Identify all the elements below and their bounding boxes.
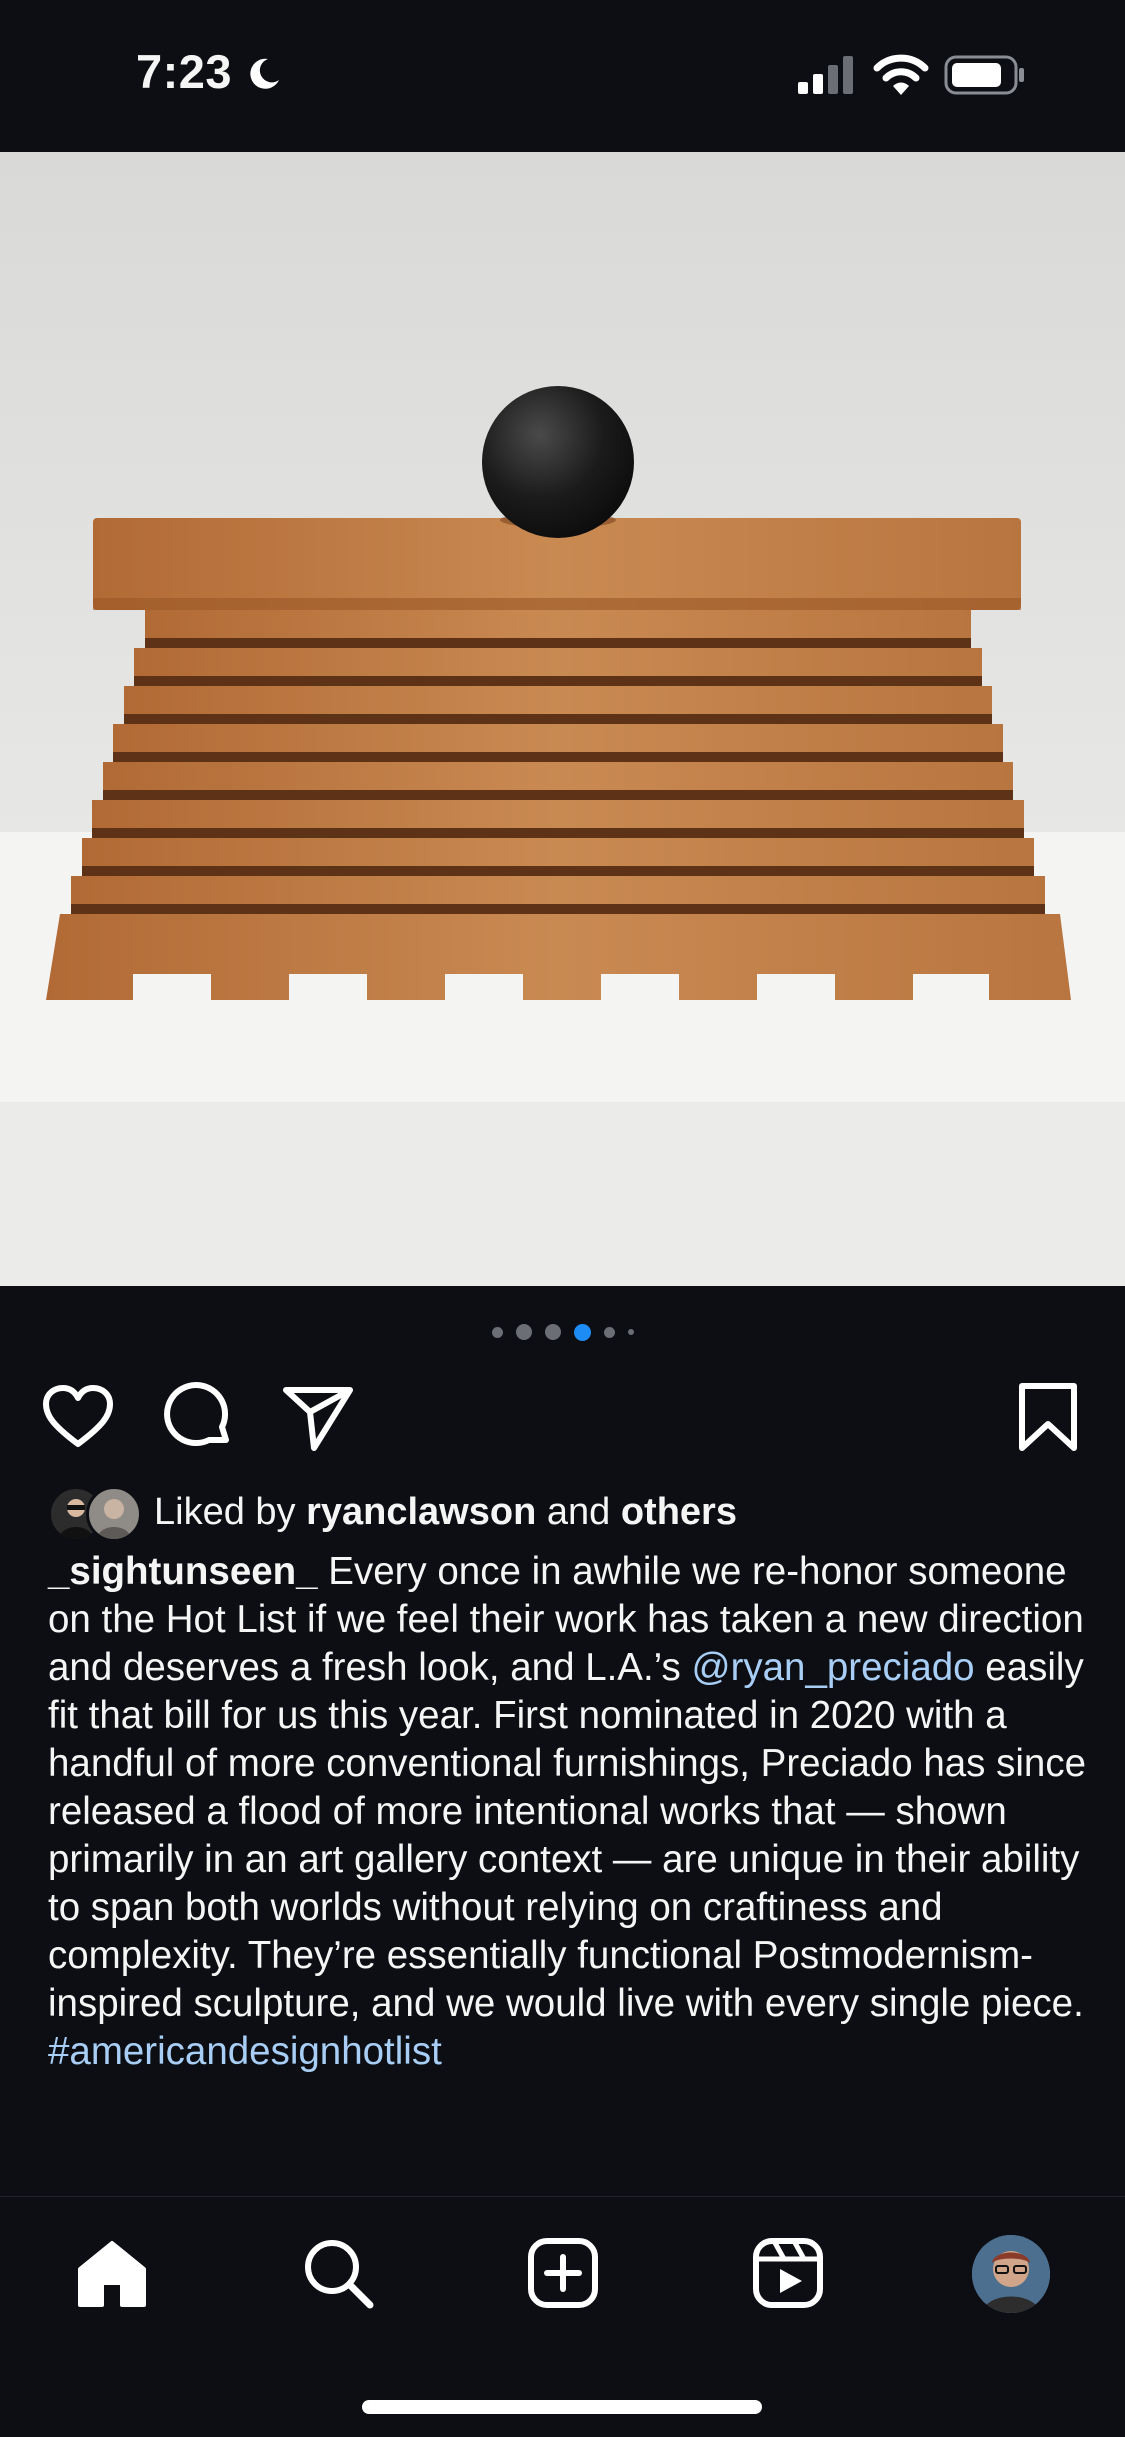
likes-row[interactable]: Liked by ryanclawson and others <box>48 1484 737 1542</box>
caption-username[interactable]: _sightunseen_ <box>48 1550 318 1593</box>
carousel-dot <box>603 1326 615 1338</box>
post-caption: _sightunseen_ Every once in awhile we re… <box>48 1548 1088 2076</box>
likes-text: Liked by ryanclawson and others <box>154 1491 737 1534</box>
send-icon[interactable] <box>280 1380 356 1456</box>
profile-avatar[interactable] <box>972 2235 1050 2313</box>
status-time: 7:23 <box>136 45 233 98</box>
likes-middle: and <box>536 1490 621 1533</box>
bookmark-icon[interactable] <box>1010 1380 1086 1456</box>
post-actions <box>0 1370 1125 1460</box>
home-indicator[interactable] <box>362 2400 762 2414</box>
reels-icon[interactable] <box>750 2235 826 2311</box>
battery-icon <box>944 55 1024 95</box>
caption-hashtag[interactable]: #americandesignhotlist <box>48 2030 442 2073</box>
likes-others[interactable]: others <box>621 1491 737 1533</box>
carousel-dot <box>544 1324 561 1340</box>
carousel-dot-active <box>573 1323 591 1341</box>
carousel-dot <box>515 1324 532 1340</box>
home-icon[interactable] <box>74 2235 150 2311</box>
search-icon[interactable] <box>300 2235 376 2311</box>
caption-mention[interactable]: @ryan_preciado <box>691 1646 974 1689</box>
sculpture-photo <box>0 152 1125 1286</box>
liker-avatars <box>48 1484 144 1542</box>
create-icon[interactable] <box>525 2235 601 2311</box>
heart-icon[interactable] <box>40 1380 116 1456</box>
comment-icon[interactable] <box>160 1380 236 1456</box>
caption-text-continued: easily fit that bill for us this year. F… <box>48 1646 1086 2025</box>
carousel-dot <box>627 1329 634 1335</box>
liker-avatar <box>86 1486 142 1542</box>
wifi-icon <box>873 54 929 95</box>
carousel-dot <box>491 1326 503 1338</box>
carousel-indicator <box>0 1322 1125 1342</box>
moon-icon <box>250 58 279 89</box>
post-image[interactable] <box>0 152 1125 1286</box>
liker-username[interactable]: ryanclawson <box>306 1491 536 1533</box>
cellular-signal-icon <box>798 56 853 94</box>
likes-prefix: Liked by <box>154 1490 307 1533</box>
status-bar: 7:23 <box>0 0 1125 152</box>
